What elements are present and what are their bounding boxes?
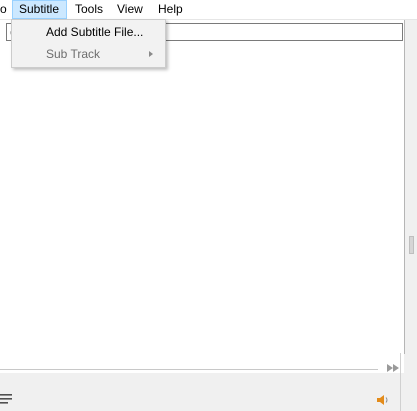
subtitle-dropdown-menu: Add Subtitle File... Sub Track: [11, 19, 166, 68]
sub-track-item: Sub Track: [12, 44, 165, 65]
menu-help[interactable]: Help: [152, 0, 189, 19]
add-subtitle-file-item[interactable]: Add Subtitle File...: [12, 22, 165, 43]
panel-divider: [400, 353, 401, 411]
menu-view[interactable]: View: [111, 0, 149, 19]
fast-forward-icon[interactable]: [386, 363, 402, 375]
side-panel-edge: [405, 20, 417, 353]
splitter-handle[interactable]: [409, 236, 414, 254]
seek-bar[interactable]: [0, 369, 378, 370]
submenu-arrow-icon: [149, 51, 153, 57]
add-subtitle-file-label: Add Subtitle File...: [46, 25, 144, 39]
sub-track-label: Sub Track: [46, 47, 101, 61]
volume-icon[interactable]: [376, 394, 390, 406]
playlist-list[interactable]: [0, 64, 404, 373]
menu-media[interactable]: o: [0, 0, 13, 19]
playlist-icon[interactable]: [0, 393, 14, 405]
menu-bar: o Subtitle Tools View Help: [0, 0, 417, 20]
playlist-panel: [0, 20, 405, 373]
menu-subtitle[interactable]: Subtitle: [12, 0, 67, 19]
menu-tools[interactable]: Tools: [69, 0, 109, 19]
